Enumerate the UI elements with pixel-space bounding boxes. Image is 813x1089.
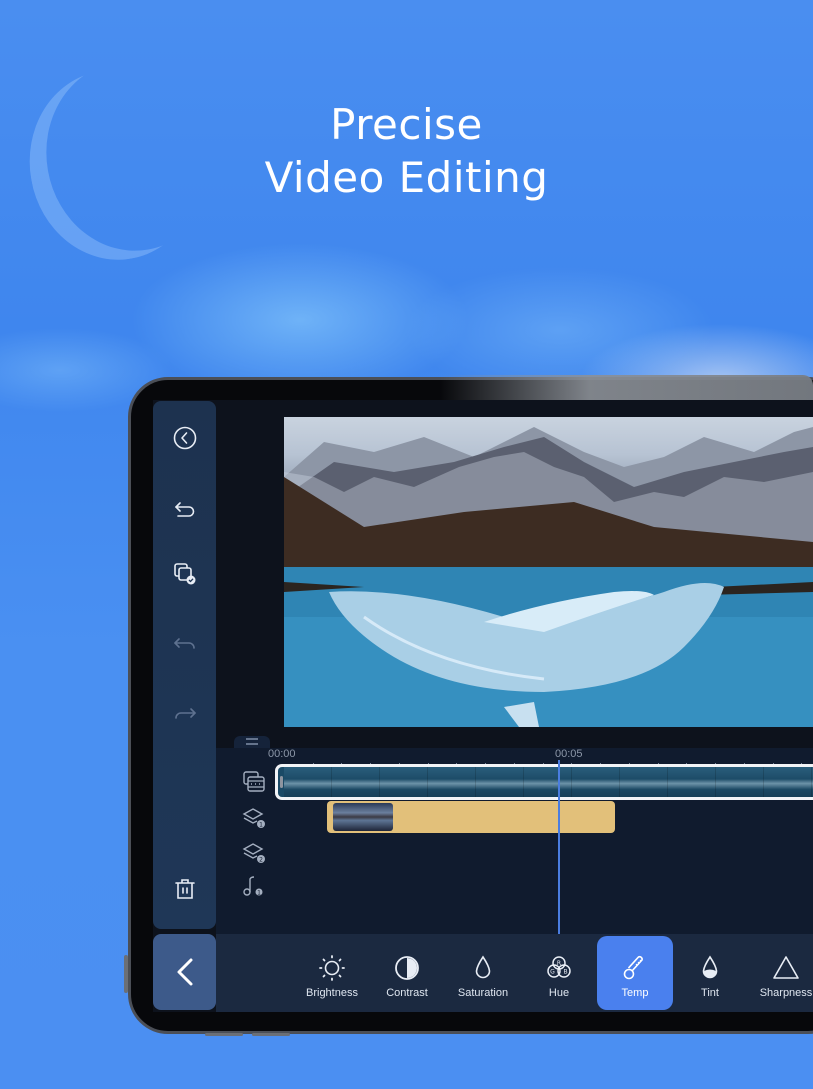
undo-icon — [173, 638, 195, 649]
svg-text:B: B — [563, 969, 567, 976]
return-arrow-icon — [174, 502, 194, 517]
video-track-icon[interactable] — [240, 768, 268, 796]
delete-button[interactable] — [153, 869, 216, 909]
headline-line-1: Precise — [330, 100, 483, 149]
layer-icon[interactable]: 1 — [240, 803, 268, 831]
timeline[interactable]: 00:00 00:05 1 2 1 — [216, 736, 813, 936]
tool-tint[interactable]: Tint — [672, 936, 748, 1010]
back-button[interactable] — [153, 488, 216, 528]
main-video-clip[interactable] — [275, 764, 813, 800]
timeline-drag-handle[interactable] — [234, 736, 270, 748]
sun-icon — [319, 955, 345, 981]
tool-label: Sharpness — [759, 987, 813, 999]
triangle-icon — [773, 956, 799, 979]
copy-button[interactable] — [153, 554, 216, 594]
music-note-icon[interactable]: 1 — [240, 872, 268, 900]
undo-button[interactable] — [153, 624, 216, 664]
chevron-left-icon — [177, 958, 192, 986]
svg-text:G: G — [550, 969, 555, 976]
playhead[interactable] — [558, 760, 560, 936]
tool-temp[interactable]: Temp — [597, 936, 673, 1010]
menu-icon — [246, 738, 258, 745]
video-preview[interactable] — [284, 417, 813, 727]
tool-sharpness[interactable]: Sharpness — [748, 936, 813, 1010]
tool-label: Saturation — [457, 987, 509, 999]
tool-contrast[interactable]: Contrast — [369, 936, 445, 1010]
headline: Precise Video Editing — [0, 98, 813, 204]
adjust-toolbar: Brightness Contrast Saturation R G B Hue… — [216, 934, 813, 1012]
audio-badge: 1 — [257, 889, 261, 896]
overlay-thumbnail — [333, 803, 393, 831]
time-mark-start: 00:00 — [268, 748, 296, 760]
copy-check-icon — [173, 563, 195, 585]
toolbar-back-button[interactable] — [153, 934, 216, 1010]
app-screen: 00:00 00:05 1 2 1 Brightness Contrast Sa… — [153, 400, 813, 1012]
thermometer-icon — [623, 955, 643, 980]
tool-label: Brightness — [306, 987, 358, 999]
redo-icon — [174, 708, 196, 719]
contrast-icon — [395, 956, 419, 980]
tool-label: Temp — [621, 987, 649, 999]
trash-icon — [174, 879, 195, 899]
preview-image — [284, 427, 813, 727]
tool-saturation[interactable]: Saturation — [445, 936, 521, 1010]
tool-hue[interactable]: R G B Hue — [521, 936, 597, 1010]
drop-icon — [475, 955, 491, 979]
layer-badge: 2 — [259, 857, 263, 864]
overlay-clip[interactable] — [327, 801, 615, 833]
time-mark-5s: 00:05 — [555, 748, 583, 760]
layer-icon[interactable]: 2 — [240, 838, 268, 866]
layer-badge: 1 — [259, 822, 263, 829]
circle-chevron-left-icon — [173, 426, 196, 450]
tablet-side-button — [124, 955, 128, 993]
tool-brightness[interactable]: Brightness — [294, 936, 370, 1010]
clip-trim-handle[interactable] — [280, 776, 283, 788]
tablet-bottom-button — [252, 1033, 290, 1036]
rgb-icon: R G B — [547, 956, 571, 978]
headline-line-2: Video Editing — [264, 153, 549, 202]
exit-button[interactable] — [153, 418, 216, 458]
redo-button[interactable] — [153, 694, 216, 734]
tool-label: Tint — [701, 987, 719, 999]
side-toolbar — [153, 401, 216, 929]
tablet-bottom-button — [205, 1033, 243, 1036]
tint-icon — [702, 955, 718, 979]
tool-label: Contrast — [386, 987, 428, 999]
tool-label: Hue — [548, 987, 570, 999]
svg-text:R: R — [557, 960, 561, 967]
